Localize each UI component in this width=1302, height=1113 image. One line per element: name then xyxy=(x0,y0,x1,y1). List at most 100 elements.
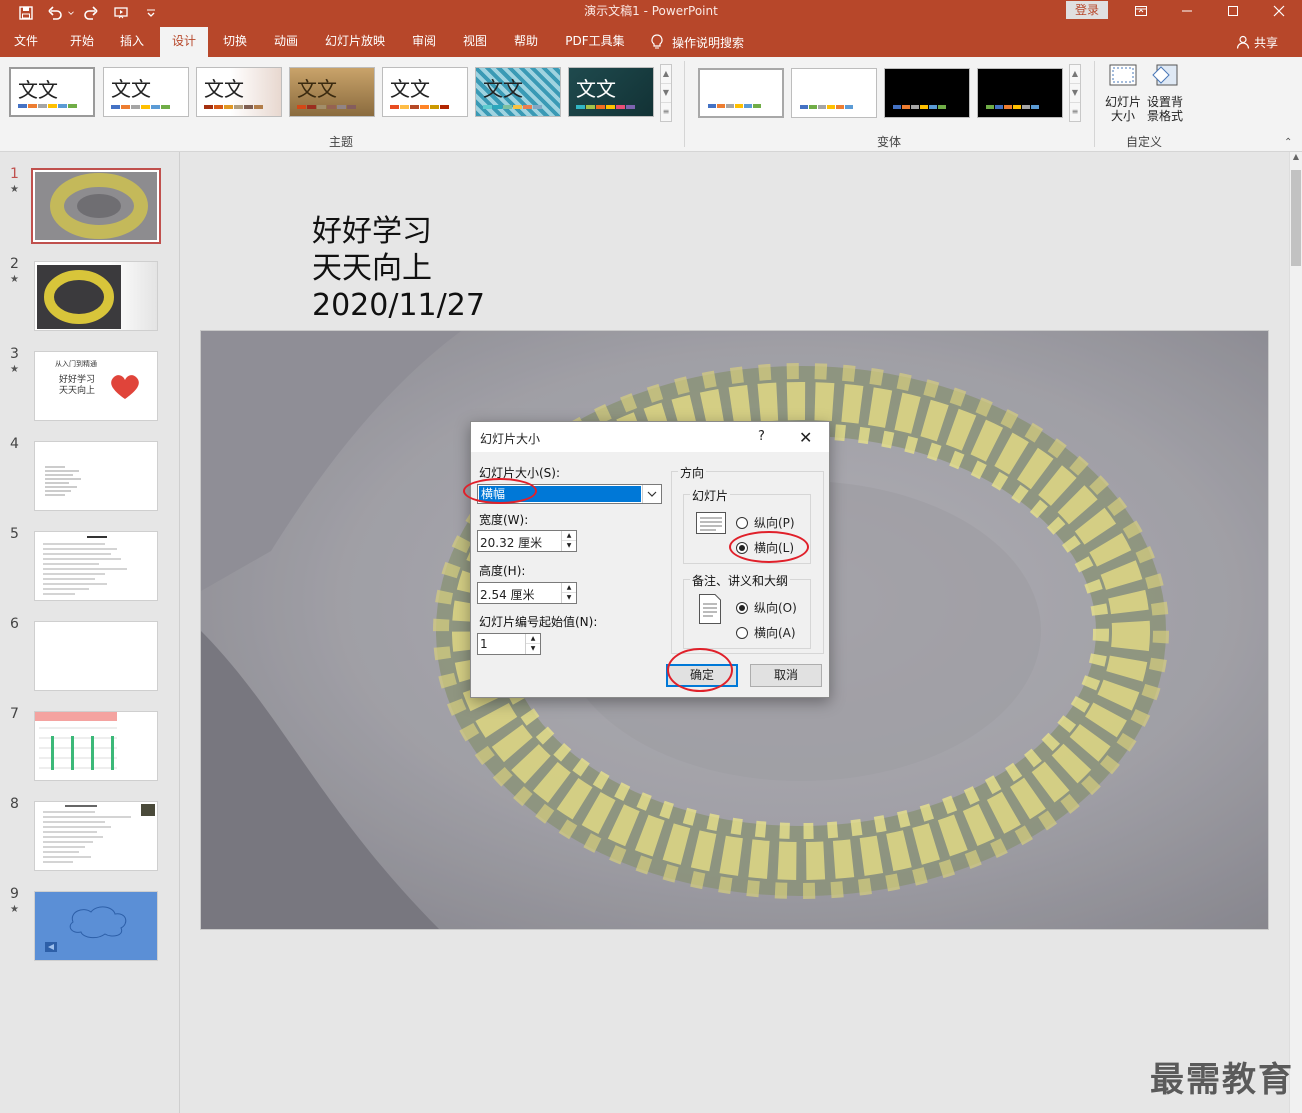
radio-button[interactable] xyxy=(736,516,748,529)
variant-4[interactable] xyxy=(977,68,1063,118)
flower-photo-thumbnail xyxy=(35,172,157,240)
slide-thumbnail-8[interactable] xyxy=(34,801,158,871)
theme-dark-teal[interactable]: 文文 xyxy=(568,67,654,117)
slide-number: 7 xyxy=(10,706,19,722)
notes-landscape-radio[interactable]: 横向(A) xyxy=(736,624,796,641)
slides-orientation-label: 幻灯片 xyxy=(690,487,731,504)
minimize-icon[interactable] xyxy=(1164,0,1210,22)
slide-thumbnail-2[interactable] xyxy=(34,261,158,331)
theme-sample-text: 文文 xyxy=(576,77,616,101)
thumb-title-line-2: 天天向上 xyxy=(59,386,96,396)
slide-title-line-2[interactable]: 天天向上 xyxy=(312,250,432,287)
slide-thumbnail-1[interactable] xyxy=(31,168,161,244)
watermark-text: 最需教育 xyxy=(1150,1060,1294,1100)
format-background-button[interactable]: 设置背景格式 xyxy=(1145,63,1185,127)
group-divider xyxy=(684,61,685,147)
variants-scroll[interactable]: ▲ ▼ ≡ xyxy=(1069,64,1081,122)
variant-1[interactable] xyxy=(698,68,784,118)
theme-office-2[interactable]: 文文 xyxy=(103,67,189,117)
ribbon-display-options-icon[interactable] xyxy=(1118,0,1164,22)
login-button[interactable]: 登录 xyxy=(1066,1,1108,19)
start-number-spin-arrows[interactable]: ▲ ▼ xyxy=(525,634,540,654)
radio-button-selected[interactable] xyxy=(736,601,748,614)
share-label: 共享 xyxy=(1254,35,1279,50)
slide-thumbnail-4[interactable] xyxy=(34,441,158,511)
slide-thumbnails-panel[interactable]: 1 ★ 2 ★ 3 ★ 从入门到精通 好好学习 天天向上 4 5 6 7 8 9… xyxy=(0,152,180,1113)
thumb-title: 好好学习 天天向上 xyxy=(59,375,95,397)
theme-sample-text: 文文 xyxy=(18,78,58,102)
cloud-shape-thumbnail xyxy=(45,906,127,952)
slide-date[interactable]: 2020/11/27 xyxy=(312,287,485,324)
dialog-title-bar: 幻灯片大小 ? ✕ xyxy=(471,422,829,452)
theme-sample-text: 文文 xyxy=(111,77,151,101)
annotation-circle-size xyxy=(463,478,537,504)
theme-office[interactable]: 文文 xyxy=(9,67,95,117)
tab-help[interactable]: 帮助 xyxy=(502,27,550,57)
scrollbar-thumb[interactable] xyxy=(1291,170,1301,266)
theme-sample-text: 文文 xyxy=(390,77,430,101)
themes-group-label: 主题 xyxy=(329,135,354,149)
width-spin-arrows[interactable]: ▲ ▼ xyxy=(561,531,576,551)
slide-title-line-1[interactable]: 好好学习 xyxy=(312,213,432,250)
tab-animations[interactable]: 动画 xyxy=(262,27,310,57)
tab-design[interactable]: 设计 xyxy=(160,27,208,58)
customize-group-label: 自定义 xyxy=(1126,135,1163,149)
variant-2[interactable] xyxy=(791,68,877,118)
slide-animation-marker: ★ xyxy=(10,364,19,375)
close-icon[interactable] xyxy=(1256,0,1302,22)
dialog-close-icon[interactable]: ✕ xyxy=(799,428,812,447)
slide-thumbnail-5[interactable] xyxy=(34,531,158,601)
slide-thumbnail-6[interactable] xyxy=(34,621,158,691)
annotation-circle-ok xyxy=(667,648,733,692)
themes-scroll[interactable]: ▲ ▼ ≡ xyxy=(660,64,672,122)
orientation-label: 方向 xyxy=(678,464,707,481)
person-icon xyxy=(1236,35,1250,49)
slide-number: 1 xyxy=(10,166,19,182)
tab-view[interactable]: 视图 xyxy=(451,27,499,57)
width-stepper[interactable]: 20.32 厘米 ▲ ▼ xyxy=(477,530,577,552)
variants-group-label: 变体 xyxy=(877,135,902,149)
slide-size-icon xyxy=(1109,64,1137,86)
share-button[interactable]: 共享 xyxy=(1236,27,1278,57)
scroll-up-icon[interactable]: ▲ xyxy=(1290,152,1302,166)
maximize-icon[interactable] xyxy=(1210,0,1256,22)
slide-portrait-radio[interactable]: 纵向(P) xyxy=(736,514,795,531)
help-icon[interactable]: ? xyxy=(758,429,765,444)
theme-pattern[interactable]: 文文 xyxy=(475,67,561,117)
collapse-ribbon-icon[interactable]: ⌃ xyxy=(1284,137,1292,148)
tab-review[interactable]: 审阅 xyxy=(400,27,448,57)
slide-size-button[interactable]: 幻灯片大小 xyxy=(1103,63,1143,127)
tell-me-search[interactable]: 操作说明搜索 xyxy=(650,27,744,57)
height-stepper[interactable]: 2.54 厘米 ▲ ▼ xyxy=(477,582,577,604)
tab-insert[interactable]: 插入 xyxy=(108,27,156,57)
slide-animation-marker: ★ xyxy=(10,274,19,285)
tab-file[interactable]: 文件 xyxy=(4,27,48,57)
height-label: 高度(H): xyxy=(479,564,526,578)
height-value: 2.54 厘米 xyxy=(480,588,535,602)
notes-orientation-label: 备注、讲义和大纲 xyxy=(690,572,791,589)
tab-transitions[interactable]: 切换 xyxy=(211,27,259,57)
tab-home[interactable]: 开始 xyxy=(58,27,106,57)
slide-thumbnail-9[interactable] xyxy=(34,891,158,961)
flower-photo-thumbnail xyxy=(37,265,121,329)
height-spin-arrows[interactable]: ▲ ▼ xyxy=(561,583,576,603)
slide-thumbnail-7[interactable] xyxy=(34,711,158,781)
theme-facet[interactable]: 文文 xyxy=(196,67,282,117)
notes-portrait-radio[interactable]: 纵向(O) xyxy=(736,599,797,616)
theme-sample-text: 文文 xyxy=(297,77,337,101)
cancel-button[interactable]: 取消 xyxy=(750,664,822,687)
vertical-scrollbar[interactable]: ▲ xyxy=(1289,152,1302,1113)
theme-wood[interactable]: 文文 xyxy=(289,67,375,117)
chevron-down-icon[interactable] xyxy=(642,485,661,503)
slide-thumbnail-3[interactable]: 从入门到精通 好好学习 天天向上 xyxy=(34,351,158,421)
theme-ion[interactable]: 文文 xyxy=(382,67,468,117)
tab-pdf-tools[interactable]: PDF工具集 xyxy=(558,27,632,57)
start-number-stepper[interactable]: 1 ▲ ▼ xyxy=(477,633,541,655)
start-number-value: 1 xyxy=(480,637,488,651)
ribbon-design: 文文 文文 文文 文文 文文 文文 文文 ▲ ▼ ≡ 主题 ▲ ▼ ≡ 变体 幻… xyxy=(0,57,1302,152)
tab-slide-show[interactable]: 幻灯片放映 xyxy=(318,27,392,57)
slide-animation-marker: ★ xyxy=(10,904,19,915)
variant-3[interactable] xyxy=(884,68,970,118)
slide-number: 6 xyxy=(10,616,19,632)
radio-button[interactable] xyxy=(736,626,748,639)
